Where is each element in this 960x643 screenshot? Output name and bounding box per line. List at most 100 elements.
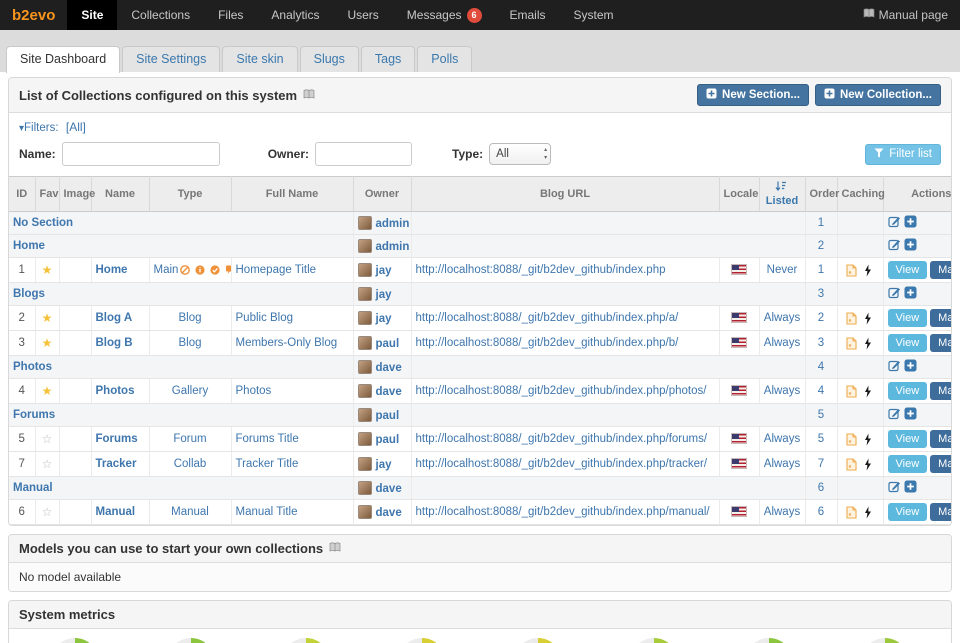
owner-link[interactable]: jay — [376, 265, 392, 277]
type-filter-select[interactable]: All ▴▾ — [489, 143, 551, 165]
manage-button[interactable]: Manage — [930, 382, 952, 400]
full-name-link[interactable]: Homepage Title — [236, 264, 317, 276]
manage-button[interactable]: Manage — [930, 309, 952, 327]
view-button[interactable]: View — [888, 382, 928, 400]
owner-link[interactable]: admin — [376, 241, 410, 253]
section-name-link[interactable]: No Section — [13, 217, 73, 229]
order-link[interactable]: 3 — [818, 337, 824, 349]
tab-site-skin[interactable]: Site skin — [222, 46, 297, 72]
lightning-icon[interactable] — [862, 506, 874, 519]
full-name-link[interactable]: Public Blog — [236, 312, 294, 324]
section-name-link[interactable]: Home — [13, 240, 45, 252]
listed-link[interactable]: Always — [764, 312, 800, 324]
nav-item-collections[interactable]: Collections — [117, 0, 204, 30]
filters-toggle[interactable]: ▾Filters: — [19, 122, 59, 134]
new-collection-button[interactable]: New Collection... — [815, 84, 941, 106]
manage-button[interactable]: Manage — [930, 334, 952, 352]
manage-button[interactable]: Manage — [930, 455, 952, 473]
full-name-link[interactable]: Members-Only Blog — [236, 337, 338, 349]
edit-icon[interactable] — [888, 286, 901, 302]
favorite-star-icon[interactable]: ★ — [42, 263, 53, 277]
order-link[interactable]: 7 — [818, 458, 824, 470]
collection-type-link[interactable]: Gallery — [172, 385, 208, 397]
edit-icon[interactable] — [888, 238, 901, 254]
owner-link[interactable]: jay — [376, 459, 392, 471]
owner-link[interactable]: dave — [376, 507, 402, 519]
page-cache-icon[interactable] — [844, 506, 859, 519]
nav-item-analytics[interactable]: Analytics — [257, 0, 333, 30]
column-header-locale[interactable]: Locale — [719, 177, 759, 212]
page-cache-icon[interactable] — [844, 337, 859, 350]
owner-link[interactable]: paul — [376, 434, 400, 446]
blog-url-link[interactable]: http://localhost:8088/_git/b2dev_github/… — [416, 506, 710, 518]
view-button[interactable]: View — [888, 430, 928, 448]
nav-item-files[interactable]: Files — [204, 0, 257, 30]
order-link[interactable]: 4 — [818, 385, 824, 397]
column-header-caching[interactable]: Caching — [837, 177, 883, 212]
listed-link[interactable]: Always — [764, 385, 800, 397]
collection-type-link[interactable]: Main — [154, 264, 179, 276]
collection-type-link[interactable]: Forum — [173, 433, 206, 445]
tab-site-settings[interactable]: Site Settings — [122, 46, 220, 72]
section-name-link[interactable]: Photos — [13, 361, 52, 373]
brand-logo[interactable]: b2evo — [0, 0, 67, 30]
listed-link[interactable]: Always — [764, 458, 800, 470]
edit-icon[interactable] — [888, 215, 901, 231]
lightning-icon[interactable] — [862, 385, 874, 398]
favorite-star-icon[interactable]: ★ — [42, 311, 53, 325]
listed-link[interactable]: Never — [767, 264, 798, 276]
owner-link[interactable]: admin — [376, 218, 410, 230]
listed-link[interactable]: Always — [764, 337, 800, 349]
column-header-image[interactable]: Image — [59, 177, 91, 212]
collection-type-link[interactable]: Blog — [178, 312, 201, 324]
filters-scope-link[interactable]: [All] — [66, 120, 86, 134]
owner-filter-input[interactable] — [315, 142, 412, 166]
manage-button[interactable]: Manage — [930, 261, 952, 279]
column-header-actions[interactable]: Actions — [883, 177, 952, 212]
manual-page-link[interactable]: Manual page — [851, 0, 960, 30]
tab-polls[interactable]: Polls — [417, 46, 472, 72]
page-cache-icon[interactable] — [844, 264, 859, 277]
add-collection-icon[interactable] — [904, 238, 917, 254]
add-collection-icon[interactable] — [904, 215, 917, 231]
blog-url-link[interactable]: http://localhost:8088/_git/b2dev_github/… — [416, 312, 679, 324]
order-link[interactable]: 5 — [818, 409, 824, 421]
new-section-button[interactable]: New Section... — [697, 84, 809, 106]
column-header-blog-url[interactable]: Blog URL — [411, 177, 719, 212]
page-cache-icon[interactable] — [844, 385, 859, 398]
edit-icon[interactable] — [888, 480, 901, 496]
blog-url-link[interactable]: http://localhost:8088/_git/b2dev_github/… — [416, 385, 707, 397]
edit-icon[interactable] — [888, 407, 901, 423]
full-name-link[interactable]: Photos — [236, 385, 272, 397]
collection-name-link[interactable]: Blog B — [96, 337, 133, 349]
nav-item-emails[interactable]: Emails — [496, 0, 560, 30]
blog-url-link[interactable]: http://localhost:8088/_git/b2dev_github/… — [416, 433, 708, 445]
owner-link[interactable]: jay — [376, 313, 392, 325]
listed-link[interactable]: Always — [764, 433, 800, 445]
owner-link[interactable]: dave — [376, 483, 402, 495]
order-link[interactable]: 3 — [818, 288, 824, 300]
lightning-icon[interactable] — [862, 433, 874, 446]
nav-item-messages[interactable]: Messages6 — [393, 0, 496, 30]
order-link[interactable]: 4 — [818, 361, 824, 373]
column-header-id[interactable]: ID — [9, 177, 35, 212]
filter-list-button[interactable]: Filter list — [865, 144, 941, 165]
owner-link[interactable]: dave — [376, 386, 402, 398]
listed-link[interactable]: Always — [764, 506, 800, 518]
edit-icon[interactable] — [888, 359, 901, 375]
view-button[interactable]: View — [888, 334, 928, 352]
tab-tags[interactable]: Tags — [361, 46, 415, 72]
page-cache-icon[interactable] — [844, 312, 859, 325]
tab-site-dashboard[interactable]: Site Dashboard — [6, 46, 120, 73]
column-header-listed[interactable]: Listed — [759, 177, 805, 212]
column-header-owner[interactable]: Owner — [353, 177, 411, 212]
full-name-link[interactable]: Manual Title — [236, 506, 298, 518]
add-collection-icon[interactable] — [904, 359, 917, 375]
full-name-link[interactable]: Tracker Title — [236, 458, 299, 470]
lightning-icon[interactable] — [862, 458, 874, 471]
order-link[interactable]: 6 — [818, 482, 824, 494]
favorite-star-outline-icon[interactable]: ☆ — [42, 432, 53, 446]
owner-link[interactable]: paul — [376, 338, 400, 350]
column-header-type[interactable]: Type — [149, 177, 231, 212]
add-collection-icon[interactable] — [904, 286, 917, 302]
